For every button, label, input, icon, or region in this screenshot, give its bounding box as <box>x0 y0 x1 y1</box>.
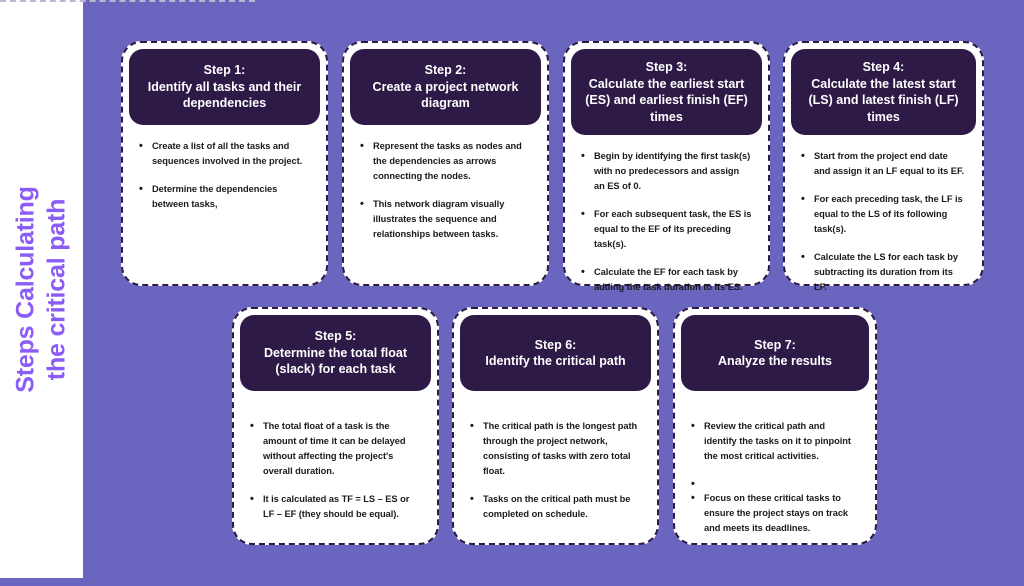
list-item: Tasks on the critical path must be compl… <box>466 491 641 522</box>
list-item: Determine the dependencies between tasks… <box>135 181 310 212</box>
step-card-2-title-line-2: diagram <box>421 96 470 111</box>
step-card-5-bullet-list: The total float of a task is the amount … <box>246 418 421 522</box>
step-card-4-title-line-2: (LS) and latest finish (LF) <box>808 93 959 107</box>
step-card-2-step-label: Step 2: <box>424 63 467 78</box>
step-card-3-bullet-list: Begin by identifying the first task(s) w… <box>577 148 752 295</box>
step-card-7-title-line-1: Analyze the results <box>718 354 832 368</box>
step-card-3-title-line-1: Calculate the earliest start <box>588 76 745 91</box>
list-item: Begin by identifying the first task(s) w… <box>577 148 752 194</box>
step-card-1-bullet-list: Create a list of all the tasks and seque… <box>135 138 310 212</box>
step-card-5-body: The total float of a task is the amount … <box>240 391 431 537</box>
step-card-4[interactable]: Step 4: Calculate the latest start (LS) … <box>783 41 984 292</box>
page-title: Steps Calculating the critical path <box>11 186 72 392</box>
list-item: The critical path is the longest path th… <box>466 418 641 479</box>
list-item: It is calculated as TF = LS – ES or LF –… <box>246 491 421 522</box>
top-dashed-rule <box>0 0 255 2</box>
step-card-2-bullet-list: Represent the tasks as nodes and the dep… <box>356 138 531 242</box>
list-item-empty <box>687 476 859 494</box>
step-card-1-title-line-1: Identify all tasks and their <box>147 79 302 94</box>
list-item: Calculate the LS for each task by subtra… <box>797 249 966 295</box>
step-card-5-step-label: Step 5: <box>314 329 357 344</box>
step-card-1[interactable]: Step 1: Identify all tasks and their dep… <box>121 41 328 286</box>
step-card-4-title-line-1: Calculate the latest start <box>811 76 956 91</box>
step-card-5-title-line-2: (slack) for each task <box>275 362 396 377</box>
step-card-5[interactable]: Step 5: Determine the total float (slack… <box>232 307 439 545</box>
page-title-line-2: the critical path <box>42 198 71 380</box>
step-card-5-title-line-1: Determine the total float <box>263 345 408 360</box>
step-card-6-header: Step 6: Identify the critical path <box>460 315 651 391</box>
step-card-5-header: Step 5: Determine the total float (slack… <box>240 315 431 391</box>
list-item: Start from the project end date and assi… <box>797 148 966 179</box>
page-title-line-1: Steps Calculating <box>12 185 40 393</box>
step-card-2-header: Step 2: Create a project network diagram <box>350 49 541 125</box>
step-card-2-title-line-1: Create a project network <box>372 79 519 94</box>
list-item: This network diagram visually illustrate… <box>356 196 531 242</box>
step-card-3-header: Step 3: Calculate the earliest start (ES… <box>571 49 762 135</box>
step-card-3-step-label: Step 3: <box>645 60 688 74</box>
list-item: For each preceding task, the LF is equal… <box>797 191 966 237</box>
list-item: Represent the tasks as nodes and the dep… <box>356 138 531 184</box>
step-card-1-header: Step 1: Identify all tasks and their dep… <box>129 49 320 125</box>
step-card-3-title-line-2: (ES) and earliest finish (EF) <box>585 93 748 107</box>
step-card-7-header: Step 7: Analyze the results <box>681 315 869 391</box>
list-item: Review the critical path and identify th… <box>687 418 859 464</box>
step-card-7-body: Review the critical path and identify th… <box>681 391 869 544</box>
step-card-4-bullet-list: Start from the project end date and assi… <box>797 148 966 295</box>
step-card-7[interactable]: Step 7: Analyze the results Review the c… <box>673 307 877 545</box>
step-card-6-step-label: Step 6: <box>534 337 577 352</box>
step-card-6-bullet-list: The critical path is the longest path th… <box>466 418 641 522</box>
step-card-1-step-label: Step 1: <box>203 63 246 78</box>
step-card-1-body: Create a list of all the tasks and seque… <box>129 125 320 278</box>
step-card-4-step-label: Step 4: <box>862 60 905 74</box>
step-card-7-step-label: Step 7: <box>754 337 796 352</box>
step-card-3-body: Begin by identifying the first task(s) w… <box>571 135 762 303</box>
step-card-1-title-line-2: dependencies <box>182 96 267 111</box>
step-card-6-body: The critical path is the longest path th… <box>460 391 651 537</box>
steps-board: Step 1: Identify all tasks and their dep… <box>0 0 1024 586</box>
step-card-2-body: Represent the tasks as nodes and the dep… <box>350 125 541 278</box>
list-item: Focus on these critical tasks to ensure … <box>687 490 859 536</box>
list-item: The total float of a task is the amount … <box>246 418 421 479</box>
list-item: Calculate the EF for each task by adding… <box>577 264 752 295</box>
list-item: For each subsequent task, the ES is equa… <box>577 206 752 252</box>
step-card-4-body: Start from the project end date and assi… <box>791 135 976 303</box>
step-card-3[interactable]: Step 3: Calculate the earliest start (ES… <box>563 41 770 292</box>
step-card-6[interactable]: Step 6: Identify the critical path The c… <box>452 307 659 545</box>
list-item: Create a list of all the tasks and seque… <box>135 138 310 169</box>
step-card-4-header: Step 4: Calculate the latest start (LS) … <box>791 49 976 135</box>
step-card-6-title-line-1: Identify the critical path <box>485 354 626 368</box>
step-card-2[interactable]: Step 2: Create a project network diagram… <box>342 41 549 286</box>
page-title-container: Steps Calculating the critical path <box>0 0 83 578</box>
sidebar-panel: Steps Calculating the critical path <box>0 0 83 578</box>
step-card-4-title-line-3: times <box>867 109 900 124</box>
step-card-3-title-line-3: times <box>650 109 683 124</box>
step-card-7-bullet-list: Review the critical path and identify th… <box>687 418 859 536</box>
